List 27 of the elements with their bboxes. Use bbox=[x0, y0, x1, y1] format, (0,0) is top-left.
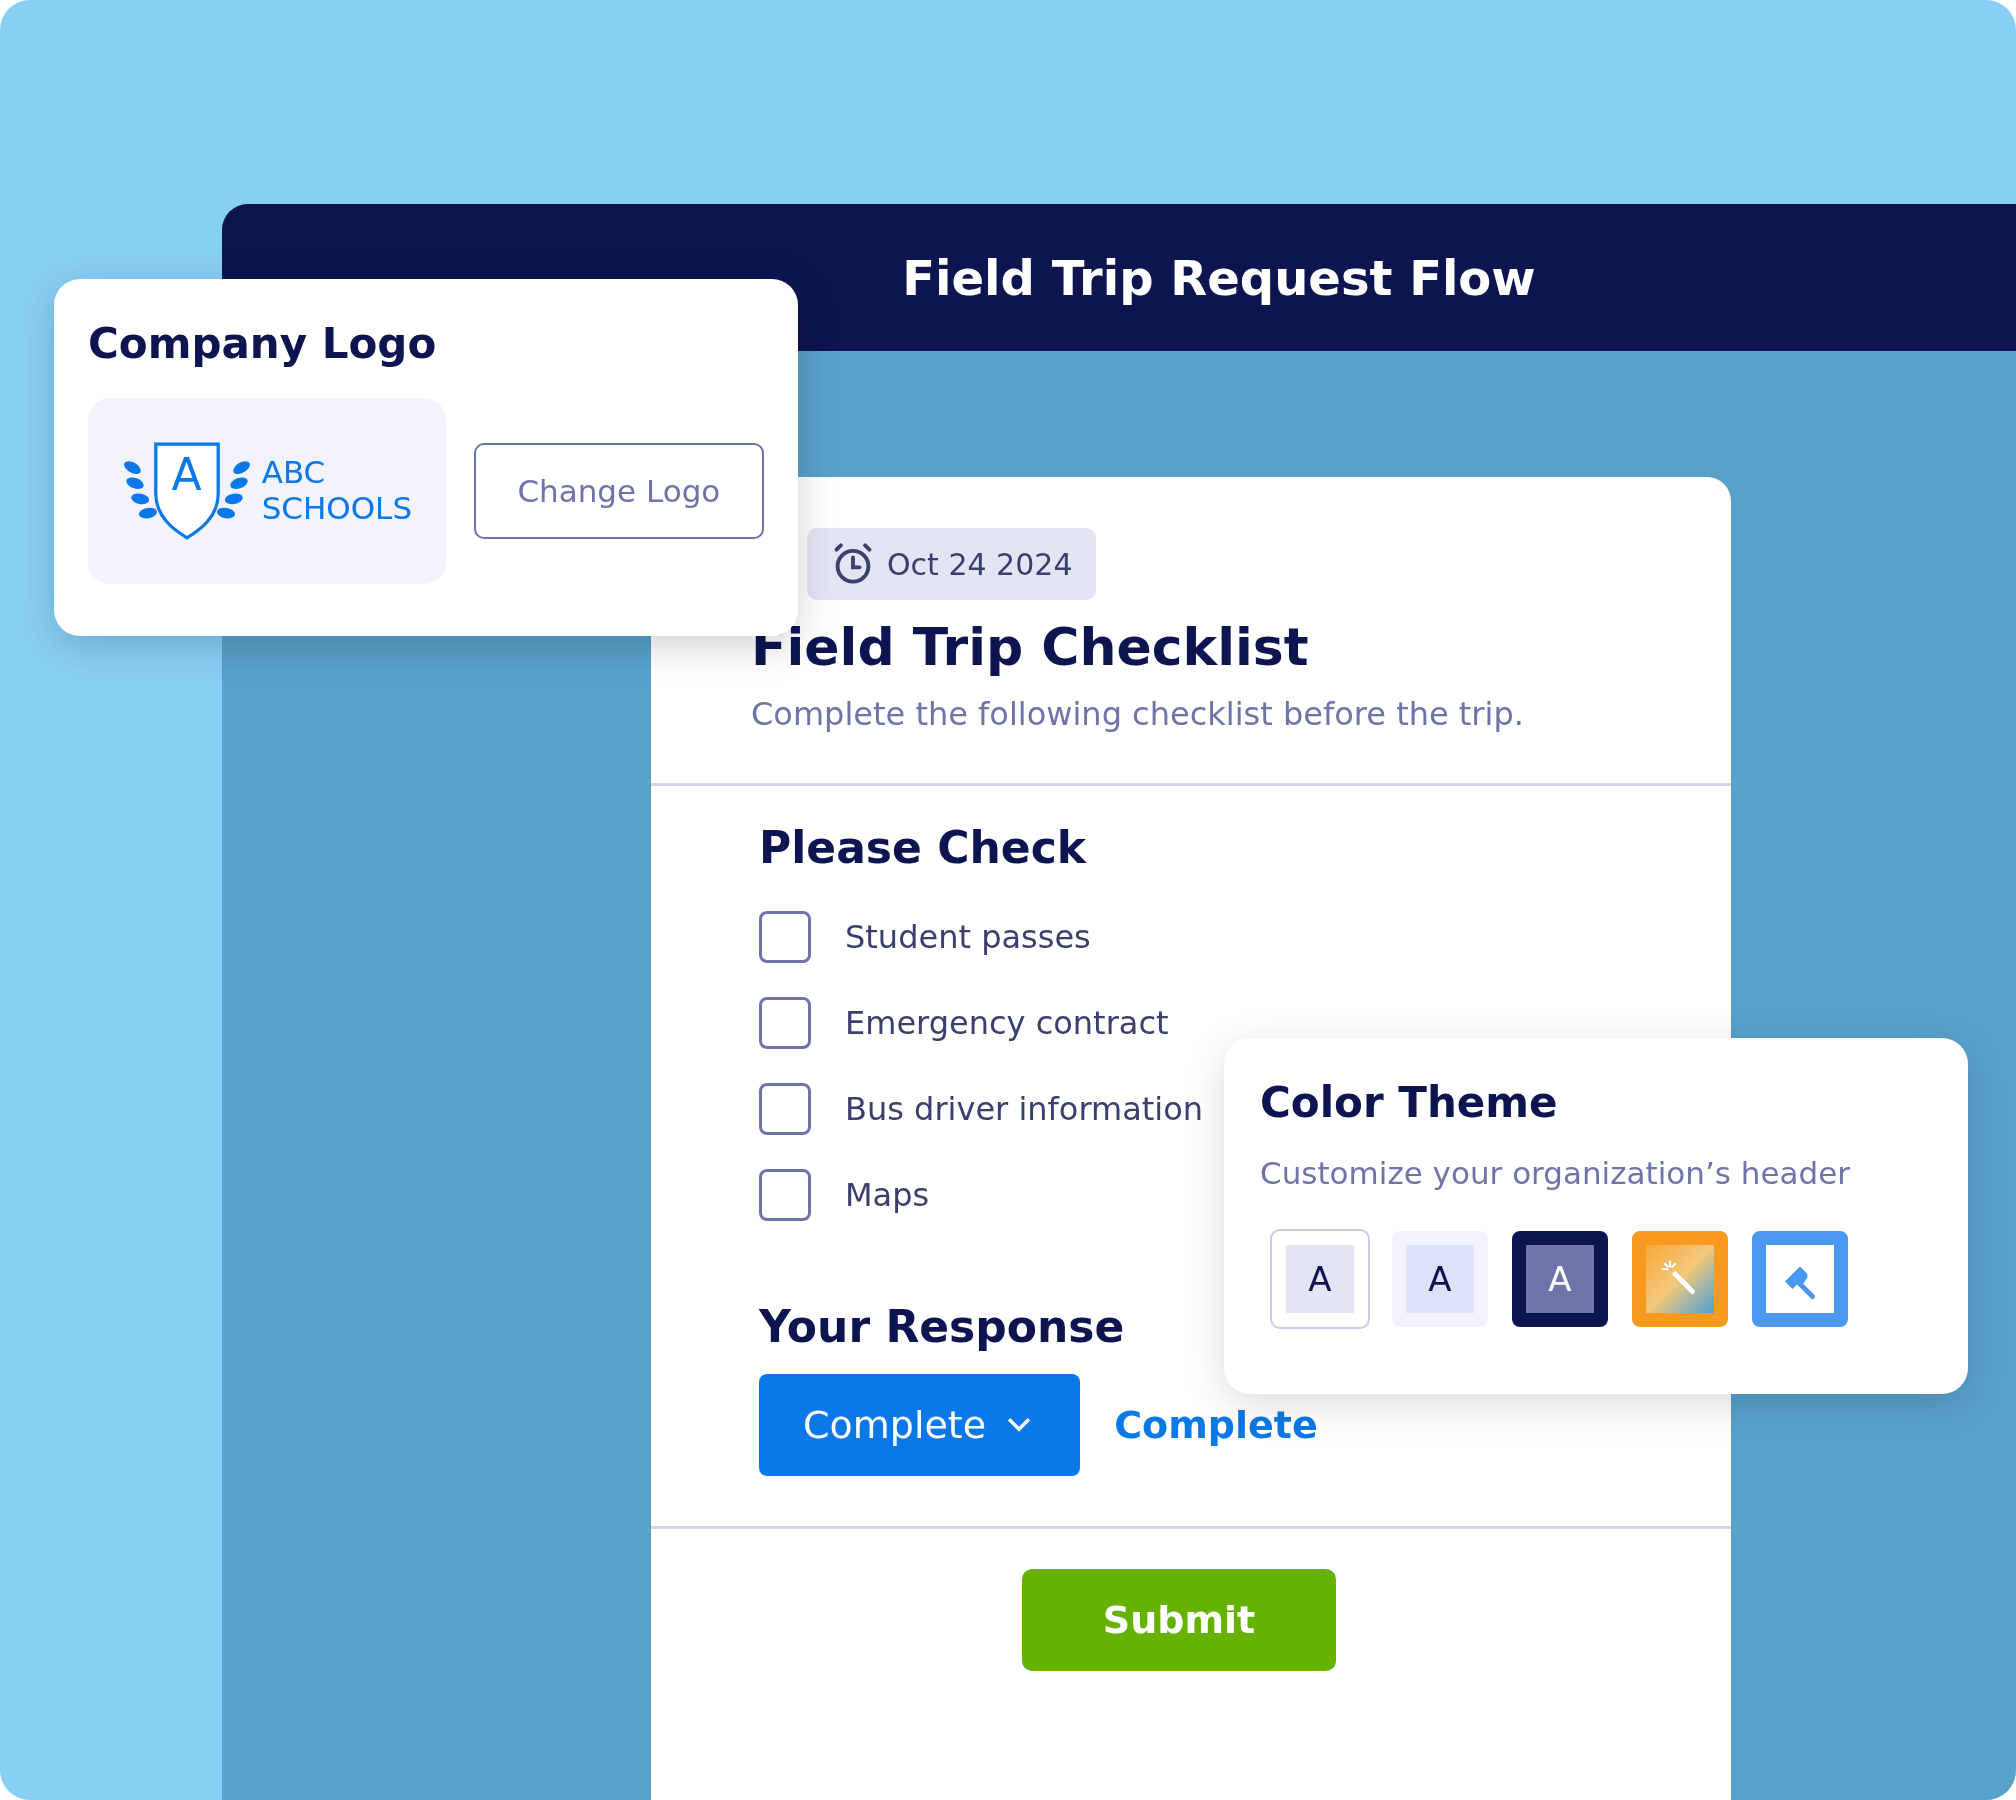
theme-swatch[interactable]: A bbox=[1272, 1231, 1368, 1327]
checkbox-label: Maps bbox=[845, 1176, 930, 1214]
theme-swatch[interactable]: A bbox=[1512, 1231, 1608, 1327]
section-heading: Please Check bbox=[759, 822, 1088, 873]
logo-text: SCHOOLS bbox=[261, 491, 413, 527]
date-text: Oct 24 2024 bbox=[887, 546, 1073, 582]
theme-swatch[interactable]: A bbox=[1392, 1231, 1488, 1327]
response-link[interactable]: Complete bbox=[1114, 1403, 1318, 1447]
checkbox[interactable] bbox=[759, 911, 811, 963]
header-title: Field Trip Request Flow bbox=[902, 249, 1536, 306]
gradient-swatch[interactable] bbox=[1632, 1231, 1728, 1327]
logo-text: ABC bbox=[261, 455, 327, 491]
checkbox-label: Emergency contract bbox=[845, 1004, 1169, 1042]
change-logo-button[interactable]: Change Logo bbox=[473, 443, 764, 539]
card-subtitle: Customize your organization’s header bbox=[1260, 1155, 1851, 1191]
section-heading: Your Response bbox=[759, 1301, 1126, 1352]
checkbox-label: Bus driver information bbox=[845, 1090, 1204, 1128]
card-title: Color Theme bbox=[1260, 1078, 1559, 1127]
logo-letter: A bbox=[170, 453, 203, 497]
checkbox[interactable] bbox=[759, 997, 811, 1049]
card-title: Company Logo bbox=[88, 319, 438, 368]
checkbox[interactable] bbox=[759, 1169, 811, 1221]
submit-button[interactable]: Submit bbox=[1022, 1569, 1336, 1671]
response-dropdown[interactable]: Complete bbox=[759, 1374, 1081, 1476]
checkbox[interactable] bbox=[759, 1083, 811, 1135]
form-subtitle: Complete the following checklist before the trip. bbox=[751, 695, 1525, 733]
checkbox-label: Student passes bbox=[845, 918, 1091, 956]
